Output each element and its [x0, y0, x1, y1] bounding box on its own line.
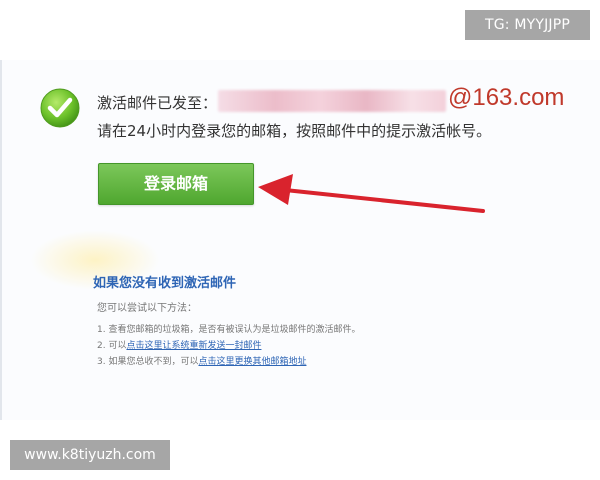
help-step: 1. 查看您邮箱的垃圾箱，是否有被误认为是垃圾邮件的激活邮件。	[97, 325, 361, 335]
help-step: 2. 可以点击这里让系统重新发送一封邮件	[97, 341, 262, 351]
login-mailbox-button[interactable]: 登录邮箱	[98, 163, 254, 205]
help-intro: 您可以尝试以下方法：	[97, 303, 197, 314]
sent-to-label: 激活邮件已发至：	[97, 94, 218, 112]
help-step: 3. 如果您总收不到，可以点击这里更换其他邮箱地址	[97, 357, 307, 367]
resend-email-link[interactable]: 点击这里让系统重新发送一封邮件	[126, 341, 261, 351]
check-icon	[40, 88, 80, 128]
watermark-url: www.k8tiyuzh.com	[10, 440, 170, 470]
help-steps: 1. 查看您邮箱的垃圾箱，是否有被误认为是垃圾邮件的激活邮件。 2. 可以点击这…	[97, 322, 360, 370]
email-domain: @163.com	[448, 84, 565, 111]
red-arrow-annotation	[258, 174, 485, 213]
blurred-email-address	[218, 90, 446, 112]
tg-badge: TG: MYYJJPP	[465, 10, 590, 40]
activation-instruction: 请在24小时内登录您的邮箱，按照邮件中的提示激活帐号。	[97, 122, 492, 140]
panel-border	[0, 60, 2, 420]
help-title: 如果您没有收到激活邮件	[93, 276, 237, 291]
change-email-link[interactable]: 点击这里更换其他邮箱地址	[198, 357, 306, 367]
